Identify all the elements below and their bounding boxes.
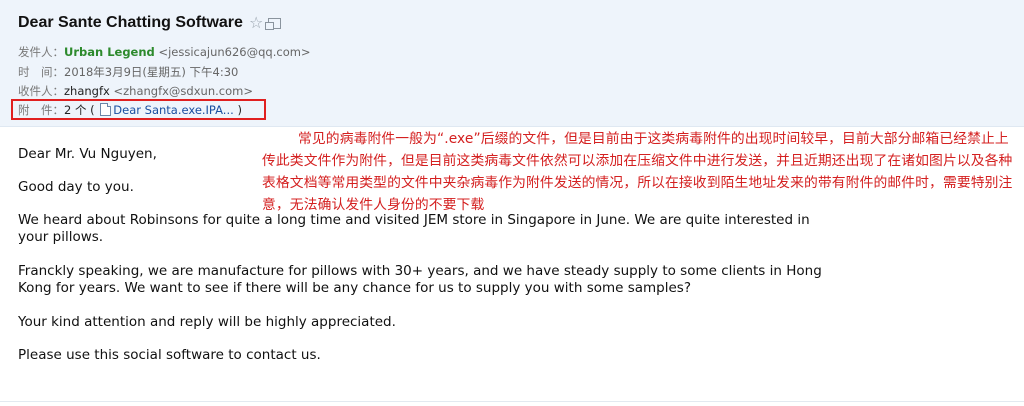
warning-annotation: 常见的病毒附件一般为“.exe”后缀的文件，但是目前由于这类病毒附件的出现时间较… <box>262 131 1013 213</box>
from-label: 发件人： <box>18 45 64 59</box>
recipient-name[interactable]: zhangfx <box>64 84 110 98</box>
attachment-close-paren: ) <box>237 103 242 117</box>
attachment-link[interactable]: Dear Santa.exe.IPA... <box>113 103 234 117</box>
to-label: 收件人： <box>18 84 64 98</box>
time-row: 时 间：2018年3月9日(星期五) 下午4:30 <box>18 64 238 80</box>
attachment-count: 2 个 ( <box>64 103 95 117</box>
to-row: 收件人：zhangfx <zhangfx@sdxun.com> <box>18 83 253 99</box>
recipient-address[interactable]: <zhangfx@sdxun.com> <box>113 84 252 98</box>
time-value: 2018年3月9日(星期五) 下午4:30 <box>64 65 239 79</box>
email-paragraph-4: Please use this social software to conta… <box>18 347 321 363</box>
footer-divider <box>0 401 1024 402</box>
attachment-label: 附 件： <box>18 103 64 117</box>
from-row: 发件人：Urban Legend <jessicajun626@qq.com> <box>18 44 311 60</box>
time-label: 时 间： <box>18 65 64 79</box>
email-subject: Dear Sante Chatting Software <box>18 14 243 31</box>
popout-icon[interactable] <box>265 17 282 30</box>
email-paragraph-3: Your kind attention and reply will be hi… <box>18 314 396 330</box>
document-icon <box>100 103 112 116</box>
email-good-day: Good day to you. <box>18 179 134 195</box>
star-icon[interactable]: ☆ <box>249 15 263 31</box>
email-greeting: Dear Mr. Vu Nguyen, <box>18 146 157 162</box>
attachment-row: 附 件：2 个 ( Dear Santa.exe.IPA... ) <box>18 102 242 118</box>
email-paragraph-2-line-2: Kong for years. We want to see if there … <box>18 280 692 296</box>
email-header: Dear Sante Chatting Software ☆ 发件人：Urban… <box>0 0 1024 127</box>
email-paragraph-2-line-1: Franckly speaking, we are manufacture fo… <box>18 263 822 279</box>
subject-row: Dear Sante Chatting Software ☆ <box>18 14 282 32</box>
sender-name[interactable]: Urban Legend <box>64 45 155 59</box>
email-paragraph-1-line-2: your pillows. <box>18 229 104 245</box>
sender-address[interactable]: <jessicajun626@qq.com> <box>158 45 310 59</box>
